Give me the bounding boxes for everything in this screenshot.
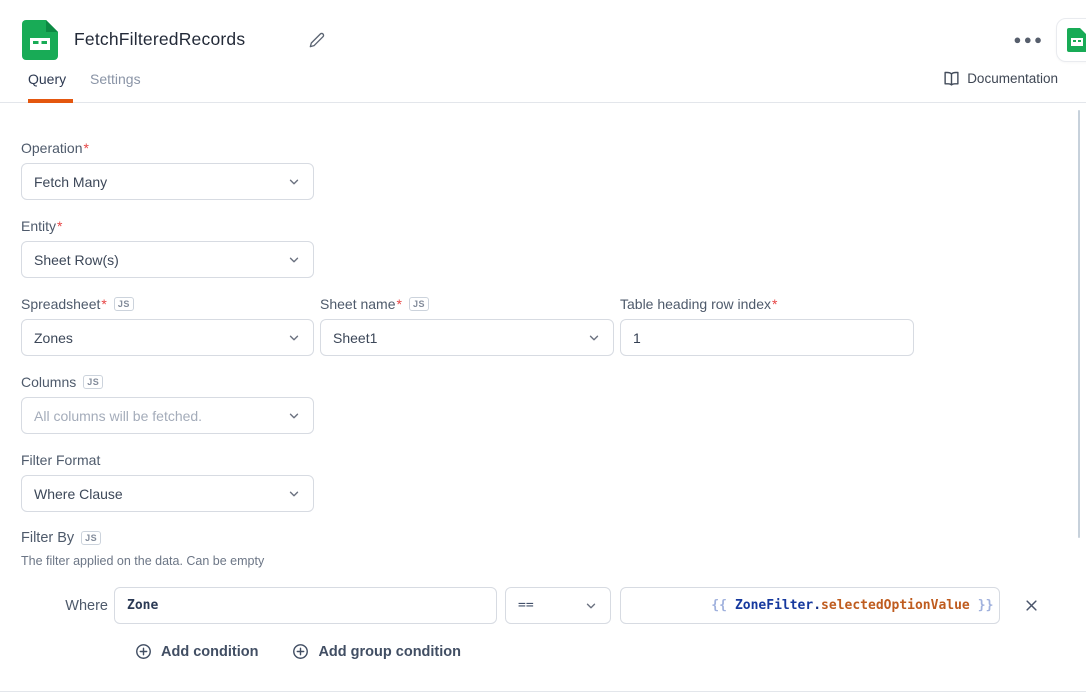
circle-plus-icon <box>135 643 152 660</box>
required-asterisk: * <box>57 218 62 234</box>
filter-by-label: Filter By JS <box>21 530 1086 546</box>
where-column-input[interactable]: Zone <box>114 587 497 624</box>
field-row-sheet: Spreadsheet* JS Zones Sheet name* JS She… <box>21 296 1086 356</box>
required-asterisk: * <box>397 296 402 312</box>
spreadsheet-value: Zones <box>34 330 73 346</box>
columns-label-text: Columns <box>21 374 76 390</box>
filter-format-select[interactable]: Where Clause <box>21 475 314 512</box>
required-asterisk: * <box>772 296 777 312</box>
field-filter-by: Filter By JS The filter applied on the d… <box>21 530 1086 569</box>
where-value-input[interactable]: {{ ZoneFilter.selectedOptionValue}} <box>620 587 1000 624</box>
entity-label-text: Entity <box>21 218 56 234</box>
js-toggle-badge[interactable]: JS <box>81 531 101 545</box>
operation-label: Operation* <box>21 140 1086 156</box>
chevron-down-icon <box>287 409 301 423</box>
book-icon <box>943 70 960 87</box>
delete-condition-button[interactable] <box>1018 593 1044 619</box>
binding-property: selectedOptionValue <box>821 598 970 613</box>
circle-plus-icon <box>292 643 309 660</box>
js-toggle-badge[interactable]: JS <box>83 375 103 389</box>
spreadsheet-label: Spreadsheet* JS <box>21 296 314 312</box>
sheet-name-label: Sheet name* JS <box>320 296 614 312</box>
binding-open-braces: {{ <box>711 598 727 613</box>
datasource-chip[interactable] <box>1056 18 1086 62</box>
where-operator-select[interactable]: == <box>505 587 611 624</box>
bottom-divider <box>0 691 1086 692</box>
operation-select[interactable]: Fetch Many <box>21 163 314 200</box>
binding-object: ZoneFilter <box>735 598 813 613</box>
where-column-value: Zone <box>127 598 158 613</box>
query-editor: FetchFilteredRecords ●●● Query <box>0 0 1086 699</box>
table-heading-row-index-label-text: Table heading row index <box>620 296 771 312</box>
query-form: Operation* Fetch Many Entity* Sheet Row(… <box>0 103 1086 660</box>
filter-format-label-text: Filter Format <box>21 452 100 468</box>
tab-bar: Query Settings Documentation <box>0 62 1086 103</box>
chevron-down-icon <box>287 175 301 189</box>
sheet-name-label-text: Sheet name <box>320 296 396 312</box>
binding-close-braces: }} <box>978 598 994 613</box>
add-group-condition-button[interactable]: Add group condition <box>292 643 461 660</box>
binding-dot: . <box>813 598 821 613</box>
operation-value: Fetch Many <box>34 174 107 190</box>
required-asterisk: * <box>101 296 106 312</box>
table-heading-row-index-label: Table heading row index* <box>620 296 914 312</box>
table-heading-row-index-input[interactable] <box>620 319 914 356</box>
add-condition-label: Add condition <box>161 644 258 660</box>
add-condition-button[interactable]: Add condition <box>135 643 258 660</box>
js-toggle-badge[interactable]: JS <box>114 297 134 311</box>
js-toggle-badge[interactable]: JS <box>409 297 429 311</box>
spreadsheet-label-text: Spreadsheet <box>21 296 100 312</box>
tab-query[interactable]: Query <box>28 71 66 87</box>
field-operation: Operation* Fetch Many <box>21 140 1086 200</box>
where-condition-row: Where Zone == {{ ZoneFilter.selectedOptio… <box>21 587 1086 624</box>
rename-button[interactable] <box>306 29 328 51</box>
google-sheets-icon <box>22 20 58 60</box>
field-filter-format: Filter Format Where Clause <box>21 452 1086 512</box>
columns-placeholder: All columns will be fetched. <box>34 408 202 424</box>
documentation-link[interactable]: Documentation <box>943 70 1058 87</box>
filter-by-label-text: Filter By <box>21 530 74 546</box>
filter-by-helper-text: The filter applied on the data. Can be e… <box>21 554 1086 569</box>
columns-select[interactable]: All columns will be fetched. <box>21 397 314 434</box>
sheet-name-select[interactable]: Sheet1 <box>320 319 614 356</box>
entity-select[interactable]: Sheet Row(s) <box>21 241 314 278</box>
required-asterisk: * <box>83 140 88 156</box>
header: FetchFilteredRecords ●●● <box>0 0 1086 62</box>
field-sheet-name: Sheet name* JS Sheet1 <box>320 296 614 356</box>
entity-label: Entity* <box>21 218 1086 234</box>
add-group-condition-label: Add group condition <box>318 644 461 660</box>
chevron-down-icon <box>287 331 301 345</box>
datasource-sheets-icon <box>1067 28 1086 52</box>
operation-label-text: Operation <box>21 140 82 156</box>
columns-label: Columns JS <box>21 374 1086 390</box>
field-columns: Columns JS All columns will be fetched. <box>21 374 1086 434</box>
documentation-label: Documentation <box>967 71 1058 86</box>
where-label: Where <box>21 598 108 614</box>
chevron-down-icon <box>584 599 598 613</box>
scrollbar[interactable] <box>1078 110 1080 538</box>
chevron-down-icon <box>587 331 601 345</box>
filter-format-label: Filter Format <box>21 452 1086 468</box>
field-table-heading-row-index: Table heading row index* <box>620 296 914 356</box>
close-icon <box>1024 598 1039 613</box>
condition-actions: Add condition Add group condition <box>135 643 1086 660</box>
entity-value: Sheet Row(s) <box>34 252 119 268</box>
more-menu-button[interactable]: ●●● <box>1014 26 1044 52</box>
filter-format-value: Where Clause <box>34 486 123 502</box>
where-operator-value: == <box>518 598 534 613</box>
chevron-down-icon <box>287 253 301 267</box>
tab-settings[interactable]: Settings <box>90 71 141 87</box>
page-title: FetchFilteredRecords <box>74 29 245 50</box>
spreadsheet-select[interactable]: Zones <box>21 319 314 356</box>
field-spreadsheet: Spreadsheet* JS Zones <box>21 296 314 356</box>
sheet-name-value: Sheet1 <box>333 330 377 346</box>
chevron-down-icon <box>287 487 301 501</box>
field-entity: Entity* Sheet Row(s) <box>21 218 1086 278</box>
pencil-icon <box>309 32 325 48</box>
